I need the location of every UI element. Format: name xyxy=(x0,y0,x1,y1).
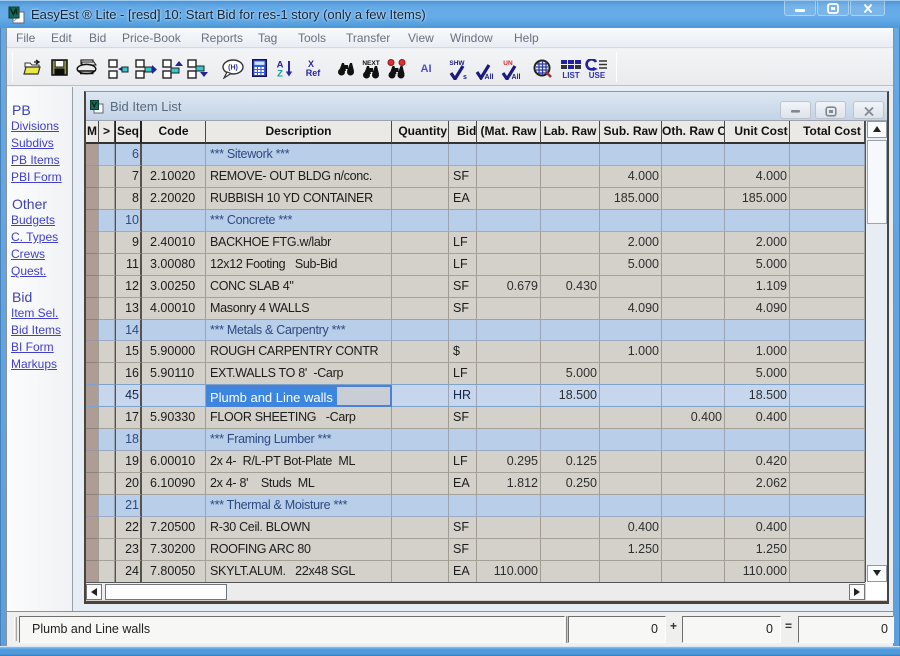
svg-text:s: s xyxy=(463,74,467,80)
svg-text:All: All xyxy=(512,74,521,80)
svg-text:USE: USE xyxy=(589,71,606,79)
svg-text:All: All xyxy=(485,74,494,80)
svg-text:UN: UN xyxy=(503,60,513,67)
svg-text:SHW: SHW xyxy=(449,60,465,67)
svg-text:LIST: LIST xyxy=(562,71,579,79)
svg-text:Z: Z xyxy=(277,69,283,78)
svg-text:Ref: Ref xyxy=(306,68,322,78)
svg-text:NEXT: NEXT xyxy=(362,60,379,67)
svg-text:AI: AI xyxy=(421,63,432,75)
svg-text:(H): (H) xyxy=(228,65,238,72)
